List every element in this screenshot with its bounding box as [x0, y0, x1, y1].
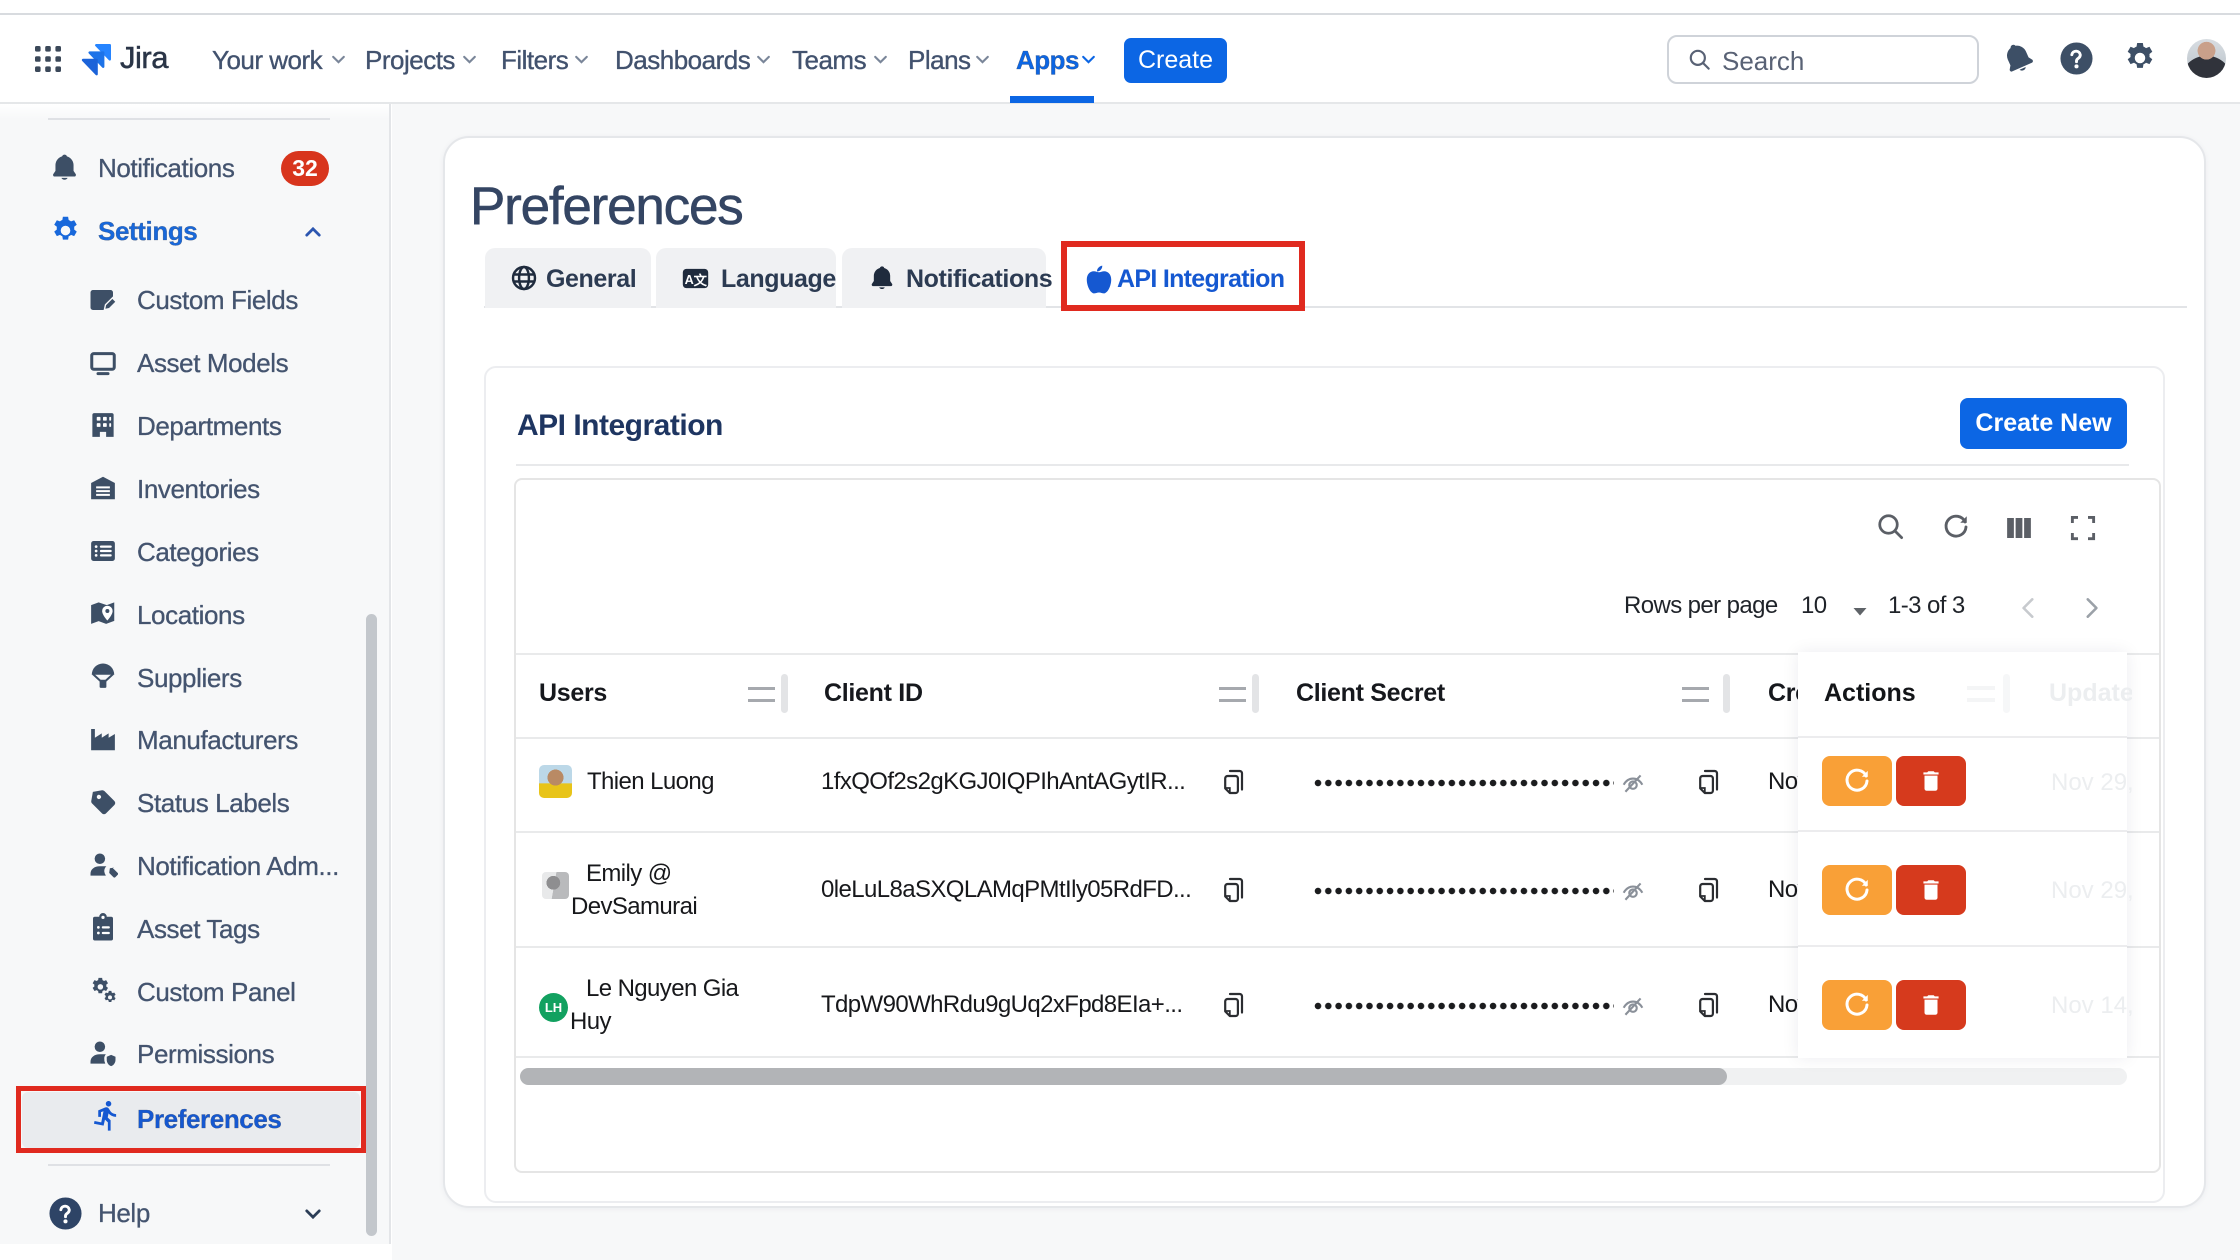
svg-text:文: 文	[694, 272, 708, 288]
svg-text:A: A	[685, 273, 694, 287]
